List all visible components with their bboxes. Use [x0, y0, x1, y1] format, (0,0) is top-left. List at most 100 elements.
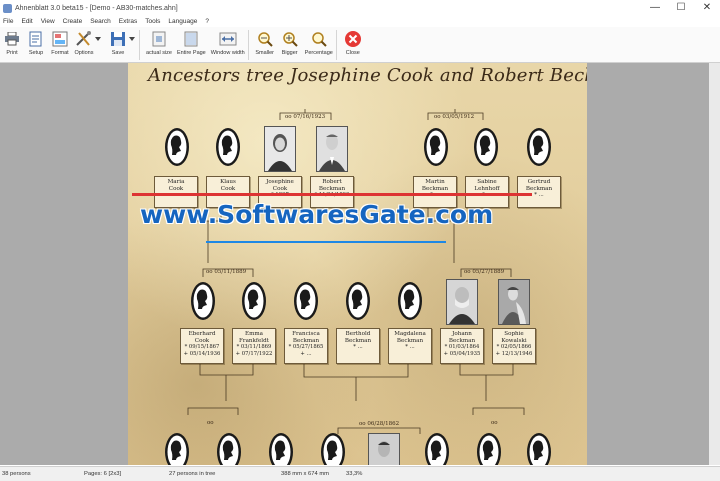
maximize-button[interactable]: ☐	[668, 0, 694, 16]
zoom-percentage-icon	[309, 30, 329, 48]
smaller-label: Smaller	[255, 50, 275, 56]
person-card-sophie-kowalski[interactable]: Sophie Kowalski * 02/05/1866 + 12/13/194…	[492, 328, 536, 364]
portrait-photo-josephine	[264, 126, 296, 172]
watermark-blue-stripe	[206, 241, 446, 243]
save-dropdown-arrow-icon[interactable]	[128, 30, 136, 48]
menu-help[interactable]: ?	[202, 18, 214, 25]
marriage-date-bottom-center: oo 06/28/1862	[359, 421, 400, 427]
silhouette-portrait	[321, 433, 345, 465]
status-persons: 38 persons	[2, 471, 31, 477]
person-birth-date: * ...	[353, 344, 363, 351]
save-button[interactable]: Save	[108, 30, 128, 60]
person-death-date: + 05/14/1936	[183, 350, 221, 357]
options-button[interactable]: Options	[74, 30, 94, 60]
close-button[interactable]: Close	[343, 30, 363, 60]
silhouette-portrait	[346, 282, 370, 320]
options-label: Options	[74, 50, 94, 56]
print-button[interactable]: Print	[2, 30, 22, 60]
marriage-date-bottom-right: oo	[491, 420, 498, 426]
setup-label: Setup	[28, 50, 44, 56]
entire-page-button[interactable]: Entire Page	[177, 30, 206, 60]
person-birth-date: * 05/27/1865	[288, 344, 324, 351]
person-card-emma-frankfeldt[interactable]: Emma Frankfeldt * 03/11/1869 + 07/17/192…	[232, 328, 276, 364]
percentage-button[interactable]: Percentage	[305, 30, 333, 60]
menu-language[interactable]: Language	[165, 18, 202, 25]
menu-file[interactable]: File	[0, 18, 18, 25]
portrait-photo-sophie	[498, 279, 530, 325]
person-first-name: Johann	[452, 331, 472, 337]
format-icon	[50, 30, 70, 48]
person-death-date: + 07/17/1922	[235, 350, 273, 357]
person-card-gertrud-beckman[interactable]: Gertrud Beckman * ...	[517, 176, 561, 208]
menu-edit[interactable]: Edit	[18, 18, 37, 25]
actual-size-button[interactable]: actual size	[146, 30, 172, 60]
person-death-date: + 12/13/1946	[495, 350, 533, 357]
person-last-name: Beckman	[396, 337, 424, 344]
toolbar-separator	[335, 30, 337, 60]
watermark-text: www.SoftwaresGate.com	[140, 200, 494, 229]
close-window-button[interactable]: ✕	[694, 0, 720, 16]
window-controls: — ☐ ✕	[642, 0, 720, 16]
silhouette-portrait	[242, 282, 266, 320]
format-button[interactable]: Format	[50, 30, 70, 60]
person-last-name: Beckman	[318, 185, 346, 192]
watermark-red-stripe	[132, 193, 532, 196]
person-last-name: Beckman	[292, 337, 320, 344]
window-width-button[interactable]: Window width	[211, 30, 245, 60]
person-card-johann-beckman[interactable]: Johann Beckman * 01/03/1864 + 05/04/1935	[440, 328, 484, 364]
menu-tools[interactable]: Tools	[142, 18, 165, 25]
entire-page-icon	[181, 30, 201, 48]
menu-create[interactable]: Create	[60, 18, 88, 25]
portrait-photo	[368, 433, 400, 465]
zoom-out-icon	[255, 30, 275, 48]
floppy-disk-icon	[108, 30, 128, 48]
person-birth-date: * 02/05/1866	[496, 344, 532, 351]
person-card-berthold-beckman[interactable]: Berthold Beckman * ...	[336, 328, 380, 364]
vertical-scrollbar[interactable]	[709, 63, 720, 465]
dropdown-arrow-icon[interactable]	[94, 30, 102, 48]
person-first-name: Sabine	[477, 179, 497, 185]
status-pages: Pages: 6 [2x3]	[84, 471, 122, 477]
status-zoom: 33,3%	[346, 471, 363, 477]
tree-page: Ancestors tree Josephine Cook and Robert…	[128, 63, 587, 465]
silhouette-portrait	[165, 128, 189, 166]
silhouette-portrait	[527, 128, 551, 166]
close-icon	[343, 30, 363, 48]
bigger-button[interactable]: Bigger	[280, 30, 300, 60]
person-birth-date: * 03/11/1869	[236, 344, 272, 351]
person-first-name: Francisca	[292, 331, 320, 337]
person-first-name: Gertrud	[527, 179, 551, 185]
print-label: Print	[6, 50, 18, 56]
silhouette-portrait	[477, 433, 501, 465]
person-death-date: + ...	[300, 350, 312, 357]
actual-size-icon	[149, 30, 169, 48]
silhouette-portrait	[165, 433, 189, 465]
toolbar-separator	[139, 30, 140, 60]
menu-extras[interactable]: Extras	[116, 18, 142, 25]
person-last-name: Lehnhoff	[474, 185, 500, 192]
smaller-button[interactable]: Smaller	[255, 30, 275, 60]
person-card-francisca-beckman[interactable]: Francisca Beckman * 05/27/1865 + ...	[284, 328, 328, 364]
menu-view[interactable]: View	[38, 18, 60, 25]
portrait-photo-johann	[446, 279, 478, 325]
minimize-button[interactable]: —	[642, 0, 668, 16]
printer-icon	[2, 30, 22, 48]
person-last-name: Cook	[194, 337, 210, 344]
menu-search[interactable]: Search	[87, 18, 116, 25]
silhouette-portrait	[216, 128, 240, 166]
person-first-name: Martin	[425, 179, 445, 185]
person-card-magdalena-beckman[interactable]: Magdalena Beckman * ...	[388, 328, 432, 364]
silhouette-portrait	[191, 282, 215, 320]
tools-icon	[74, 30, 94, 48]
app-icon	[3, 3, 12, 13]
marriage-date-bottom-left: oo	[207, 420, 214, 426]
person-card-eberhard-cook[interactable]: Eberhard Cook * 09/15/1867 + 05/14/1936	[180, 328, 224, 364]
person-last-name: Kowalski	[501, 337, 527, 344]
person-birth-date: * 09/15/1867	[184, 344, 220, 351]
person-first-name: Robert	[322, 179, 342, 185]
person-last-name: Beckman	[344, 337, 372, 344]
marriage-date-top-left: oo 07/16/1923	[285, 114, 326, 120]
person-last-name: Cook	[220, 185, 236, 192]
setup-button[interactable]: Setup	[26, 30, 46, 60]
status-persons-in-tree: 27 persons in tree	[169, 471, 216, 477]
